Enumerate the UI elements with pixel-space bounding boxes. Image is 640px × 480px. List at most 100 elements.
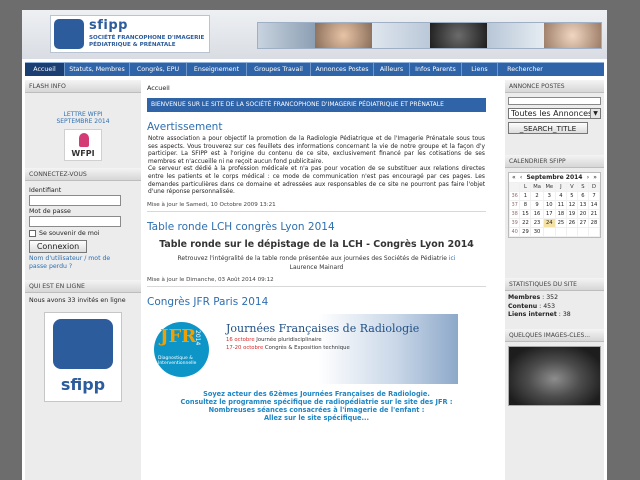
calendar-weekday-row: L Ma Me J V S D bbox=[508, 182, 601, 192]
calendar-next-year[interactable]: » bbox=[593, 174, 597, 181]
password-input[interactable] bbox=[29, 216, 121, 227]
calendar-day[interactable]: 30 bbox=[530, 227, 544, 237]
calendar-day[interactable]: 25 bbox=[554, 218, 567, 228]
calendar-day[interactable]: 26 bbox=[565, 218, 578, 228]
annonce-search-input[interactable] bbox=[508, 97, 601, 105]
forgot-credentials-link[interactable]: Nom d'utilisateur / mot de passe perdu ? bbox=[29, 255, 137, 271]
calendar-weekday: Me bbox=[542, 182, 556, 192]
calendar-prev-month[interactable]: ‹ bbox=[520, 174, 522, 181]
jfr-sub1: Diagnostique & bbox=[158, 355, 193, 361]
login-button[interactable]: Connexion bbox=[29, 240, 87, 253]
annonce-category-select[interactable]: Toutes les Annonces ▼ bbox=[508, 108, 601, 119]
calendar-day[interactable]: 4 bbox=[554, 191, 567, 201]
header-banner-images bbox=[257, 22, 602, 49]
online-header: QUI EST EN LIGNE bbox=[25, 280, 141, 293]
calendar-day[interactable]: 16 bbox=[530, 209, 544, 219]
calendar-day[interactable]: 2 bbox=[530, 191, 544, 201]
nav-statuts-membres[interactable]: Statuts, Membres bbox=[65, 63, 130, 76]
article-title-lch[interactable]: Table ronde LCH congrès Lyon 2014 bbox=[147, 221, 486, 233]
article-title-jfr[interactable]: Congrès JFR Paris 2014 bbox=[147, 296, 486, 308]
ultrasound-image[interactable] bbox=[508, 346, 601, 406]
search-button[interactable]: _SEARCH_TITLE bbox=[508, 122, 588, 134]
calendar-day[interactable]: 15 bbox=[519, 209, 532, 219]
calendar-week-row: 39 22 23 24 25 26 27 28 bbox=[508, 218, 601, 228]
banner-image-3 bbox=[372, 23, 430, 48]
calendar-day[interactable]: 13 bbox=[576, 200, 589, 210]
wfpi-logo[interactable]: WFPI bbox=[64, 129, 102, 161]
welcome-banner: BIENVENUE SUR LE SITE DE LA SOCIÉTÉ FRAN… bbox=[147, 98, 486, 112]
article-title-avertissement[interactable]: Avertissement bbox=[147, 121, 486, 133]
calendar-day[interactable]: 18 bbox=[554, 209, 567, 219]
wfpi-letter-link[interactable]: LETTRE WFPI bbox=[25, 111, 141, 118]
sfipp-big-emblem-icon bbox=[53, 319, 113, 369]
calendar-day[interactable]: 7 bbox=[587, 191, 601, 201]
calendar-box: « ‹ Septembre 2014 › » L Ma Me J V S D 36 1 2 3 4 5 6… bbox=[505, 168, 604, 278]
nav-rechercher[interactable]: Rechercher bbox=[498, 63, 552, 76]
jfr-logo-year: 2014 bbox=[194, 329, 201, 346]
nav-accueil[interactable]: Accueil bbox=[25, 63, 65, 76]
calendar-day[interactable]: 28 bbox=[587, 218, 601, 228]
calendar-weekday: J bbox=[554, 182, 567, 192]
jfr-text: Journées Françaises de Radiologie 16 oct… bbox=[226, 322, 419, 351]
chevron-down-icon[interactable]: ▼ bbox=[590, 109, 600, 118]
jfr-banner[interactable]: JFR 2014 Diagnostique & Interventionnell… bbox=[148, 313, 458, 384]
remember-checkbox[interactable] bbox=[29, 230, 36, 237]
calendar-day[interactable]: 10 bbox=[542, 200, 556, 210]
wfpi-letter-link-date[interactable]: SEPTEMBRE 2014 bbox=[25, 118, 141, 125]
calendar-day[interactable]: 12 bbox=[565, 200, 578, 210]
jfr-promo-link[interactable]: Allez sur le site spécifique... bbox=[264, 414, 369, 422]
site-stats: Membres : 352 Contenu : 453 Liens intern… bbox=[505, 291, 604, 329]
nav-groupes-travail[interactable]: Groupes Travail bbox=[247, 63, 311, 76]
jfr-line1-text: Journée pluridisciplinaire bbox=[254, 336, 322, 343]
lch-author: Laurence Mainard bbox=[289, 263, 344, 271]
sfipp-logo[interactable]: sfipp SOCIÉTÉ FRANCOPHONE D'IMAGERIE PÉD… bbox=[50, 15, 210, 53]
stats-header: STATISTIQUES DU SITE bbox=[505, 278, 604, 291]
jfr-logo-text: JFR bbox=[160, 325, 197, 347]
calendar-day[interactable]: 6 bbox=[576, 191, 589, 201]
sfipp-big-logo[interactable]: sfipp bbox=[44, 312, 122, 402]
jfr-promo-text: Soyez acteur des 62èmes Journées Françai… bbox=[144, 390, 489, 422]
jfr-line2-text: Congrès & Exposition technique bbox=[263, 344, 350, 351]
calendar-day[interactable]: 14 bbox=[587, 200, 601, 210]
calendar-day[interactable]: 22 bbox=[519, 218, 532, 228]
calendar-day[interactable]: 20 bbox=[576, 209, 589, 219]
right-sidebar: ANNONCE POSTES Toutes les Annonces ▼ _SE… bbox=[505, 80, 604, 480]
remember-me[interactable]: Se souvenir de moi bbox=[29, 230, 137, 237]
calendar-prev-year[interactable]: « bbox=[512, 174, 516, 181]
site-header: sfipp SOCIÉTÉ FRANCOPHONE D'IMAGERIE PÉD… bbox=[22, 10, 607, 59]
nav-annonces-postes[interactable]: Annonces Postes bbox=[311, 63, 374, 76]
stat-value: 352 bbox=[546, 294, 559, 301]
calendar-day[interactable]: 27 bbox=[576, 218, 589, 228]
nav-liens[interactable]: Liens bbox=[462, 63, 498, 76]
logo-line2: PÉDIATRIQUE & PRÉNATALE bbox=[89, 42, 176, 48]
calendar-next-month[interactable]: › bbox=[587, 174, 589, 181]
calendar-day[interactable]: 19 bbox=[565, 209, 578, 219]
calendar-day[interactable]: 1 bbox=[519, 191, 532, 201]
calendar-weekday: V bbox=[565, 182, 578, 192]
calendar-weekday: D bbox=[587, 182, 601, 192]
calendar-day[interactable]: 3 bbox=[542, 191, 556, 201]
calendar-day[interactable]: 11 bbox=[554, 200, 567, 210]
calendar-month: Septembre 2014 bbox=[526, 174, 583, 181]
nav-ailleurs[interactable]: Ailleurs bbox=[374, 63, 410, 76]
nav-congres-epu[interactable]: Congrès, EPU bbox=[130, 63, 187, 76]
calendar-week-number: 39 bbox=[508, 218, 521, 228]
calendar-day[interactable]: 29 bbox=[519, 227, 532, 237]
calendar-day[interactable]: 8 bbox=[519, 200, 532, 210]
nav-enseignement[interactable]: Enseignement bbox=[187, 63, 247, 76]
calendar-day[interactable]: 5 bbox=[565, 191, 578, 201]
calendar-day[interactable]: 9 bbox=[530, 200, 544, 210]
stat-value: 453 bbox=[543, 302, 556, 310]
calendar-week-row: 37 8 9 10 11 12 13 14 bbox=[508, 200, 601, 210]
jfr-promo-line3: Nombreuses séances consacrées à l'imager… bbox=[208, 405, 425, 414]
calendar-week-row: 36 1 2 3 4 5 6 7 bbox=[508, 191, 601, 201]
calendar-day[interactable]: 23 bbox=[530, 218, 544, 228]
lch-link[interactable]: ici bbox=[449, 255, 456, 262]
calendar-week-row: 40 29 30 bbox=[508, 227, 601, 237]
calendar-day[interactable]: 17 bbox=[542, 209, 556, 219]
stat-label: Contenu bbox=[508, 302, 538, 310]
identifiant-input[interactable] bbox=[29, 195, 121, 206]
nav-infos-parents[interactable]: Infos Parents bbox=[410, 63, 462, 76]
calendar-day[interactable]: 24 bbox=[542, 218, 556, 228]
calendar-day[interactable]: 21 bbox=[587, 209, 601, 219]
